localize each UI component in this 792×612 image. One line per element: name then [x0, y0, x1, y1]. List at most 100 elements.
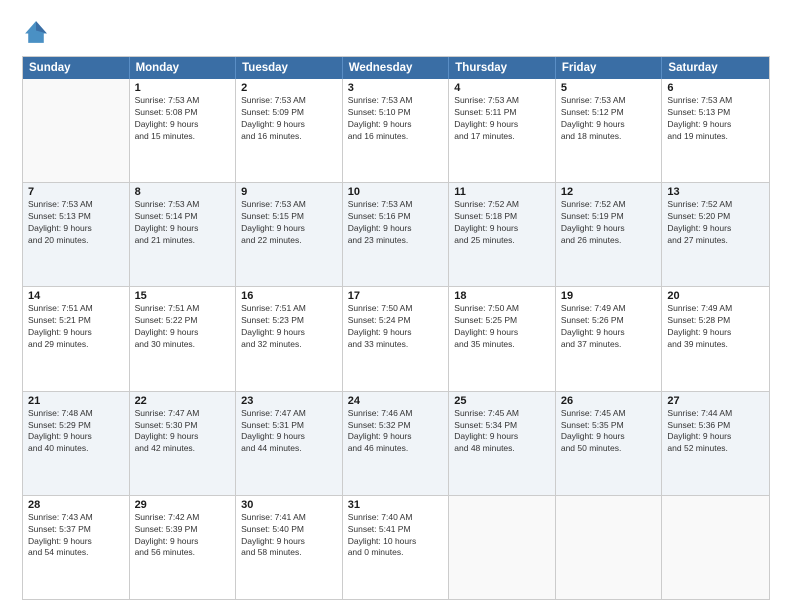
calendar-body: 1Sunrise: 7:53 AM Sunset: 5:08 PM Daylig…: [23, 79, 769, 599]
day-info: Sunrise: 7:51 AM Sunset: 5:21 PM Dayligh…: [28, 303, 124, 351]
day-info: Sunrise: 7:41 AM Sunset: 5:40 PM Dayligh…: [241, 512, 337, 560]
day-cell: 31Sunrise: 7:40 AM Sunset: 5:41 PM Dayli…: [343, 496, 450, 599]
calendar-day-name: Friday: [556, 57, 663, 79]
calendar-day-name: Monday: [130, 57, 237, 79]
day-cell: 1Sunrise: 7:53 AM Sunset: 5:08 PM Daylig…: [130, 79, 237, 182]
day-cell: 12Sunrise: 7:52 AM Sunset: 5:19 PM Dayli…: [556, 183, 663, 286]
day-number: 25: [454, 395, 550, 407]
day-info: Sunrise: 7:49 AM Sunset: 5:26 PM Dayligh…: [561, 303, 657, 351]
calendar-row: 7Sunrise: 7:53 AM Sunset: 5:13 PM Daylig…: [23, 182, 769, 286]
day-cell: 2Sunrise: 7:53 AM Sunset: 5:09 PM Daylig…: [236, 79, 343, 182]
day-cell: 10Sunrise: 7:53 AM Sunset: 5:16 PM Dayli…: [343, 183, 450, 286]
day-cell: 9Sunrise: 7:53 AM Sunset: 5:15 PM Daylig…: [236, 183, 343, 286]
day-number: 20: [667, 290, 764, 302]
day-number: 26: [561, 395, 657, 407]
day-cell: 29Sunrise: 7:42 AM Sunset: 5:39 PM Dayli…: [130, 496, 237, 599]
day-cell: 23Sunrise: 7:47 AM Sunset: 5:31 PM Dayli…: [236, 392, 343, 495]
day-cell: 13Sunrise: 7:52 AM Sunset: 5:20 PM Dayli…: [662, 183, 769, 286]
day-cell: 27Sunrise: 7:44 AM Sunset: 5:36 PM Dayli…: [662, 392, 769, 495]
day-cell: 5Sunrise: 7:53 AM Sunset: 5:12 PM Daylig…: [556, 79, 663, 182]
day-number: 8: [135, 186, 231, 198]
day-number: 14: [28, 290, 124, 302]
day-number: 27: [667, 395, 764, 407]
day-cell: [662, 496, 769, 599]
page: SundayMondayTuesdayWednesdayThursdayFrid…: [0, 0, 792, 612]
day-info: Sunrise: 7:44 AM Sunset: 5:36 PM Dayligh…: [667, 408, 764, 456]
day-cell: 17Sunrise: 7:50 AM Sunset: 5:24 PM Dayli…: [343, 287, 450, 390]
day-cell: 24Sunrise: 7:46 AM Sunset: 5:32 PM Dayli…: [343, 392, 450, 495]
day-cell: 8Sunrise: 7:53 AM Sunset: 5:14 PM Daylig…: [130, 183, 237, 286]
day-cell: 30Sunrise: 7:41 AM Sunset: 5:40 PM Dayli…: [236, 496, 343, 599]
day-info: Sunrise: 7:47 AM Sunset: 5:30 PM Dayligh…: [135, 408, 231, 456]
day-number: 16: [241, 290, 337, 302]
calendar: SundayMondayTuesdayWednesdayThursdayFrid…: [22, 56, 770, 600]
day-number: 21: [28, 395, 124, 407]
day-cell: 6Sunrise: 7:53 AM Sunset: 5:13 PM Daylig…: [662, 79, 769, 182]
day-info: Sunrise: 7:42 AM Sunset: 5:39 PM Dayligh…: [135, 512, 231, 560]
day-number: 31: [348, 499, 444, 511]
day-cell: 4Sunrise: 7:53 AM Sunset: 5:11 PM Daylig…: [449, 79, 556, 182]
day-info: Sunrise: 7:45 AM Sunset: 5:35 PM Dayligh…: [561, 408, 657, 456]
day-info: Sunrise: 7:45 AM Sunset: 5:34 PM Dayligh…: [454, 408, 550, 456]
day-info: Sunrise: 7:53 AM Sunset: 5:12 PM Dayligh…: [561, 95, 657, 143]
logo: [22, 18, 54, 46]
day-cell: [23, 79, 130, 182]
day-number: 23: [241, 395, 337, 407]
day-number: 18: [454, 290, 550, 302]
day-cell: 26Sunrise: 7:45 AM Sunset: 5:35 PM Dayli…: [556, 392, 663, 495]
day-number: 24: [348, 395, 444, 407]
calendar-day-name: Wednesday: [343, 57, 450, 79]
day-number: 9: [241, 186, 337, 198]
day-info: Sunrise: 7:53 AM Sunset: 5:09 PM Dayligh…: [241, 95, 337, 143]
day-number: 11: [454, 186, 550, 198]
day-cell: [556, 496, 663, 599]
day-info: Sunrise: 7:51 AM Sunset: 5:22 PM Dayligh…: [135, 303, 231, 351]
day-number: 5: [561, 82, 657, 94]
day-cell: 15Sunrise: 7:51 AM Sunset: 5:22 PM Dayli…: [130, 287, 237, 390]
day-info: Sunrise: 7:53 AM Sunset: 5:14 PM Dayligh…: [135, 199, 231, 247]
day-info: Sunrise: 7:53 AM Sunset: 5:11 PM Dayligh…: [454, 95, 550, 143]
day-info: Sunrise: 7:50 AM Sunset: 5:25 PM Dayligh…: [454, 303, 550, 351]
day-cell: 19Sunrise: 7:49 AM Sunset: 5:26 PM Dayli…: [556, 287, 663, 390]
calendar-row: 28Sunrise: 7:43 AM Sunset: 5:37 PM Dayli…: [23, 495, 769, 599]
day-cell: 16Sunrise: 7:51 AM Sunset: 5:23 PM Dayli…: [236, 287, 343, 390]
day-info: Sunrise: 7:52 AM Sunset: 5:20 PM Dayligh…: [667, 199, 764, 247]
day-info: Sunrise: 7:53 AM Sunset: 5:08 PM Dayligh…: [135, 95, 231, 143]
day-number: 12: [561, 186, 657, 198]
day-number: 29: [135, 499, 231, 511]
day-number: 3: [348, 82, 444, 94]
day-info: Sunrise: 7:51 AM Sunset: 5:23 PM Dayligh…: [241, 303, 337, 351]
day-cell: 7Sunrise: 7:53 AM Sunset: 5:13 PM Daylig…: [23, 183, 130, 286]
calendar-day-name: Saturday: [662, 57, 769, 79]
calendar-header: SundayMondayTuesdayWednesdayThursdayFrid…: [23, 57, 769, 79]
day-number: 1: [135, 82, 231, 94]
day-cell: 22Sunrise: 7:47 AM Sunset: 5:30 PM Dayli…: [130, 392, 237, 495]
day-cell: 20Sunrise: 7:49 AM Sunset: 5:28 PM Dayli…: [662, 287, 769, 390]
day-number: 17: [348, 290, 444, 302]
day-number: 22: [135, 395, 231, 407]
calendar-day-name: Tuesday: [236, 57, 343, 79]
day-number: 4: [454, 82, 550, 94]
header: [22, 18, 770, 46]
day-number: 13: [667, 186, 764, 198]
day-cell: 3Sunrise: 7:53 AM Sunset: 5:10 PM Daylig…: [343, 79, 450, 182]
day-cell: 14Sunrise: 7:51 AM Sunset: 5:21 PM Dayli…: [23, 287, 130, 390]
day-cell: 11Sunrise: 7:52 AM Sunset: 5:18 PM Dayli…: [449, 183, 556, 286]
calendar-day-name: Thursday: [449, 57, 556, 79]
day-cell: 25Sunrise: 7:45 AM Sunset: 5:34 PM Dayli…: [449, 392, 556, 495]
day-cell: 28Sunrise: 7:43 AM Sunset: 5:37 PM Dayli…: [23, 496, 130, 599]
day-cell: 21Sunrise: 7:48 AM Sunset: 5:29 PM Dayli…: [23, 392, 130, 495]
day-info: Sunrise: 7:53 AM Sunset: 5:10 PM Dayligh…: [348, 95, 444, 143]
day-info: Sunrise: 7:52 AM Sunset: 5:19 PM Dayligh…: [561, 199, 657, 247]
day-number: 19: [561, 290, 657, 302]
day-number: 2: [241, 82, 337, 94]
day-info: Sunrise: 7:46 AM Sunset: 5:32 PM Dayligh…: [348, 408, 444, 456]
calendar-row: 14Sunrise: 7:51 AM Sunset: 5:21 PM Dayli…: [23, 286, 769, 390]
day-info: Sunrise: 7:53 AM Sunset: 5:13 PM Dayligh…: [28, 199, 124, 247]
day-number: 10: [348, 186, 444, 198]
day-info: Sunrise: 7:53 AM Sunset: 5:15 PM Dayligh…: [241, 199, 337, 247]
day-number: 6: [667, 82, 764, 94]
calendar-row: 1Sunrise: 7:53 AM Sunset: 5:08 PM Daylig…: [23, 79, 769, 182]
day-info: Sunrise: 7:53 AM Sunset: 5:16 PM Dayligh…: [348, 199, 444, 247]
day-number: 15: [135, 290, 231, 302]
